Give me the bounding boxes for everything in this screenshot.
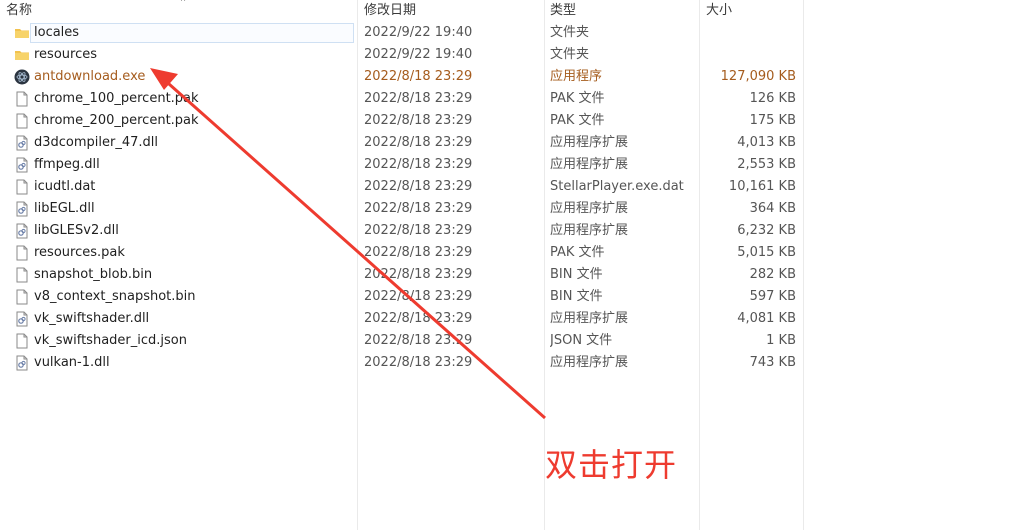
annotation-text: 双击打开 [545, 446, 678, 484]
annotation-arrow [150, 68, 546, 420]
